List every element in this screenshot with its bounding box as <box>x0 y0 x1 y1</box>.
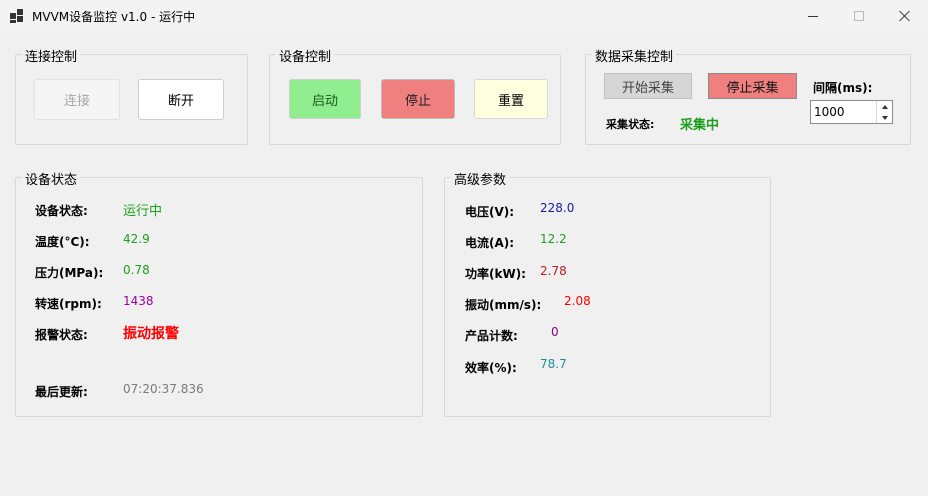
param-value-voltage: 228.0 <box>540 201 575 215</box>
start-device-button[interactable]: 启动 <box>289 79 361 119</box>
param-value-vibration: 2.08 <box>564 294 591 308</box>
status-value-last-update: 07:20:37.836 <box>123 382 204 396</box>
title-bar: MVVM设备监控 v1.0 - 运行中 <box>0 0 928 32</box>
interval-value[interactable]: 1000 <box>814 105 845 119</box>
status-label-alarm: 报警状态: <box>35 328 88 342</box>
increment-button[interactable] <box>877 101 892 112</box>
interval-stepper[interactable]: 1000 <box>810 100 893 124</box>
connection-group-title: 连接控制 <box>22 46 81 65</box>
close-button[interactable] <box>882 0 928 32</box>
decrement-button[interactable] <box>877 112 892 123</box>
acquisition-status-value: 采集中 <box>680 118 720 133</box>
minimize-button[interactable] <box>790 0 836 32</box>
maximize-button[interactable] <box>836 0 882 32</box>
param-value-efficiency: 78.7 <box>540 357 567 371</box>
app-grid-icon <box>10 9 24 23</box>
param-label-vibration: 振动(mm/s): <box>465 298 542 312</box>
acquisition-status-label: 采集状态: <box>606 118 655 131</box>
status-value-temperature: 42.9 <box>123 232 150 246</box>
interval-label: 间隔(ms): <box>813 81 873 95</box>
device-status-group-title: 设备状态 <box>22 169 81 188</box>
status-value-pressure: 0.78 <box>123 263 150 277</box>
param-label-voltage: 电压(V): <box>465 205 515 219</box>
status-label-state: 设备状态: <box>35 204 88 218</box>
stop-acquisition-button[interactable]: 停止采集 <box>708 73 797 99</box>
close-icon <box>899 10 911 22</box>
param-label-current: 电流(A): <box>465 236 515 250</box>
status-value-alarm: 振动报警 <box>123 326 179 342</box>
param-value-product-count: 0 <box>551 325 559 339</box>
window-title: MVVM设备监控 v1.0 - 运行中 <box>32 10 196 24</box>
maximize-icon <box>854 11 864 21</box>
reset-device-button[interactable]: 重置 <box>474 79 548 119</box>
status-label-temperature: 温度(°C): <box>35 235 90 249</box>
arrow-up-icon <box>881 104 888 109</box>
param-label-product-count: 产品计数: <box>465 329 518 343</box>
param-value-power: 2.78 <box>540 264 567 278</box>
disconnect-button[interactable]: 断开 <box>138 79 224 120</box>
status-label-pressure: 压力(MPa): <box>35 266 104 280</box>
advanced-params-group-title: 高级参数 <box>451 169 510 188</box>
stop-device-button[interactable]: 停止 <box>381 79 455 119</box>
param-label-efficiency: 效率(%): <box>465 361 517 375</box>
acquisition-group-title: 数据采集控制 <box>592 46 677 65</box>
status-value-state: 运行中 <box>123 204 163 219</box>
status-label-rpm: 转速(rpm): <box>35 297 102 311</box>
param-label-power: 功率(kW): <box>465 267 526 281</box>
interval-stepper-buttons <box>876 101 892 123</box>
minimize-icon <box>808 15 818 17</box>
start-acquisition-button[interactable]: 开始采集 <box>604 73 692 99</box>
param-value-current: 12.2 <box>540 232 567 246</box>
device-control-group-title: 设备控制 <box>276 46 335 65</box>
arrow-down-icon <box>881 115 888 120</box>
status-value-rpm: 1438 <box>123 294 154 308</box>
connect-button[interactable]: 连接 <box>34 79 120 120</box>
status-label-last-update: 最后更新: <box>35 385 88 399</box>
